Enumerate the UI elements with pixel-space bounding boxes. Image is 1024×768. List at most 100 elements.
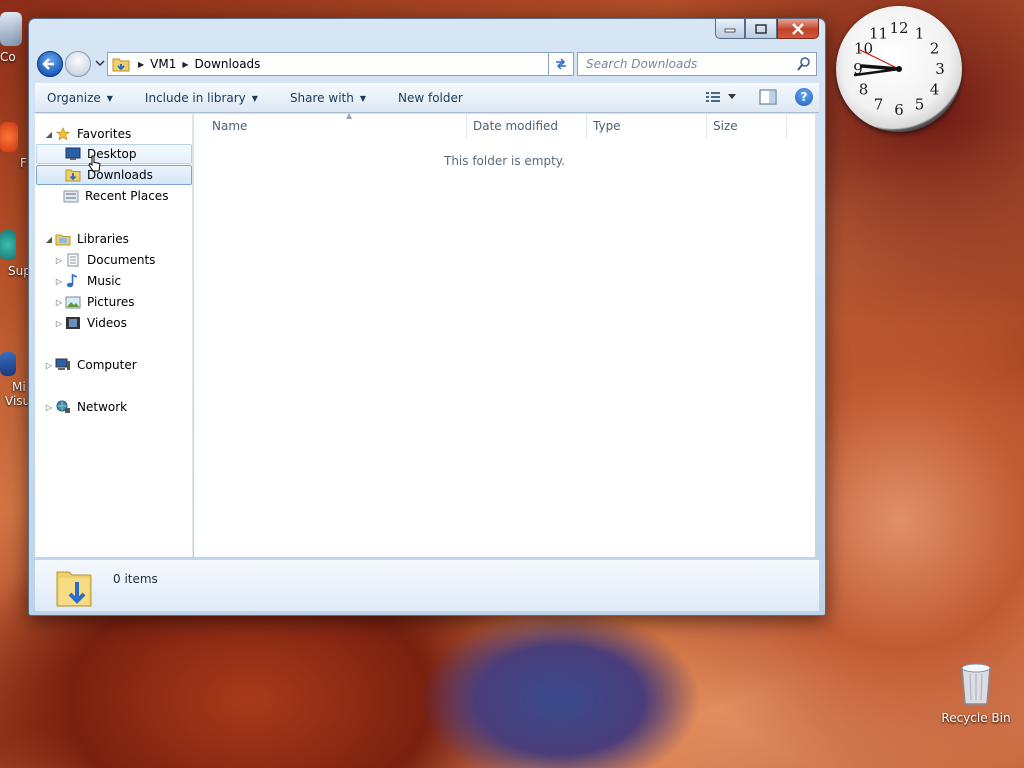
empty-folder-message: This folder is empty. (444, 154, 565, 168)
recycle-bin-label: Recycle Bin (941, 711, 1011, 725)
clock-numeral: 7 (874, 96, 884, 114)
column-header-date-modified[interactable]: Date modified (467, 114, 587, 138)
address-bar[interactable]: ▶ VM1 ▶ Downloads (107, 52, 571, 76)
command-bar: Organize ▼ Include in library ▼ Share with… (35, 83, 819, 113)
clock-gadget[interactable]: 11 10 9 8 7 6 5 4 3 2 1 12 (836, 6, 962, 132)
collapse-triangle-icon[interactable]: ▷ (53, 298, 65, 307)
nav-network-label: Network (77, 400, 128, 414)
nav-favorites-label: Favorites (77, 127, 132, 141)
collapse-triangle-icon[interactable]: ▷ (43, 361, 55, 370)
column-header-size[interactable]: Size (707, 114, 787, 138)
help-button[interactable]: ? (795, 88, 813, 106)
back-arrow-icon (42, 58, 54, 70)
breadcrumb-vm1[interactable]: VM1 (150, 57, 176, 71)
chevron-down-icon: ▼ (251, 93, 258, 103)
downloads-folder-icon (65, 169, 81, 182)
nav-music[interactable]: ▷ Music (53, 271, 121, 291)
minimize-button[interactable] (715, 19, 745, 39)
column-name-label: Name (212, 119, 248, 133)
organize-label: Organize (47, 91, 101, 105)
toolbar-right: ? (691, 88, 813, 106)
nav-network[interactable]: ▷ Network (43, 397, 127, 417)
nav-documents-label: Documents (87, 253, 156, 267)
collapse-triangle-icon[interactable]: ▷ (53, 256, 65, 265)
libraries-icon (55, 234, 71, 246)
computer-icon (55, 358, 70, 370)
desktop-icon (65, 147, 81, 160)
nav-recent-places-label: Recent Places (85, 189, 169, 203)
desktop-icon-stub-computer[interactable]: Co (0, 12, 30, 64)
navigation-pane: ◢ Favorites Desktop Downloads Recent Pla… (35, 114, 193, 557)
recycle-bin-icon (961, 663, 991, 705)
clock-numeral: 4 (930, 81, 940, 99)
recent-places-icon (63, 190, 79, 203)
include-in-library-label: Include in library (144, 91, 246, 105)
back-button[interactable] (37, 51, 63, 77)
desktop-icon-label: F (20, 156, 27, 170)
nav-documents[interactable]: ▷ Documents (53, 250, 156, 270)
nav-videos[interactable]: ▷ Videos (53, 313, 127, 333)
new-folder-label: New folder (398, 91, 463, 105)
refresh-icon (556, 58, 566, 70)
breadcrumb-separator-icon[interactable]: ▶ (182, 60, 188, 69)
chevron-down-icon: ▼ (359, 93, 366, 103)
downloads-folder-large-icon (56, 571, 92, 607)
item-count: 0 items (113, 572, 158, 586)
desktop-icon-label: Mi (12, 380, 26, 394)
column-header-name[interactable]: Name ▲ (206, 111, 467, 138)
minimize-icon (724, 28, 736, 32)
view-options-dropdown-icon[interactable] (727, 93, 737, 101)
close-button[interactable] (777, 19, 819, 39)
desktop-icon-label: Co (0, 50, 16, 64)
forward-button[interactable] (65, 51, 91, 77)
desktop-icon-stub-2[interactable]: F (0, 122, 30, 170)
collapse-triangle-icon[interactable]: ▷ (53, 277, 65, 286)
share-with-menu[interactable]: Share with ▼ (290, 91, 366, 105)
recycle-bin[interactable]: Recycle Bin (940, 660, 1012, 725)
nav-recent-places[interactable]: Recent Places (35, 186, 168, 206)
include-in-library-menu[interactable]: Include in library ▼ (145, 91, 258, 105)
organize-menu[interactable]: Organize ▼ (47, 91, 113, 105)
nav-desktop[interactable]: Desktop (36, 144, 192, 164)
collapse-triangle-icon[interactable]: ▷ (43, 403, 55, 412)
navigation-bar: ▶ VM1 ▶ Downloads Search Downloads (35, 49, 819, 79)
nav-pictures[interactable]: ▷ Pictures (53, 292, 135, 312)
breadcrumb-downloads[interactable]: Downloads (195, 57, 261, 71)
column-header-type[interactable]: Type (587, 114, 707, 138)
explorer-window: ▶ VM1 ▶ Downloads Search Downloads Organ… (28, 18, 826, 616)
expand-triangle-icon[interactable]: ◢ (43, 235, 55, 244)
new-folder-button[interactable]: New folder (398, 91, 463, 105)
search-icon[interactable] (796, 56, 812, 72)
breadcrumb-separator-icon[interactable]: ▶ (138, 60, 144, 69)
maximize-button[interactable] (745, 19, 777, 39)
recent-pages-dropdown-icon[interactable] (95, 59, 105, 67)
desktop-icon-label: Sup (8, 264, 31, 278)
clock-numeral: 8 (859, 81, 869, 99)
clock-numeral: 5 (915, 96, 925, 114)
nav-music-label: Music (87, 274, 122, 288)
nav-favorites[interactable]: ◢ Favorites (43, 124, 131, 144)
network-icon (56, 400, 70, 413)
nav-libraries[interactable]: ◢ Libraries (43, 229, 129, 249)
desktop-icon-stub-3[interactable]: Sup (0, 230, 31, 278)
refresh-button[interactable] (548, 52, 574, 76)
mouse-pointer-hand-icon (88, 155, 101, 172)
nav-downloads[interactable]: Downloads (36, 165, 192, 185)
caption-buttons (715, 19, 819, 39)
clock-numeral: 2 (930, 40, 940, 58)
column-size-label: Size (713, 119, 738, 133)
search-input[interactable]: Search Downloads (577, 52, 817, 76)
preview-pane-icon[interactable] (759, 89, 777, 105)
expand-triangle-icon[interactable]: ◢ (43, 130, 55, 139)
collapse-triangle-icon[interactable]: ▷ (53, 319, 65, 328)
column-date-modified-label: Date modified (473, 119, 559, 133)
nav-computer[interactable]: ▷ Computer (43, 355, 137, 375)
desktop-icon-stub-4[interactable]: Mi Visu (0, 352, 30, 408)
nav-pictures-label: Pictures (87, 295, 135, 309)
clock-numeral: 12 (889, 19, 908, 37)
nav-videos-label: Videos (87, 316, 127, 330)
maximize-icon (755, 23, 767, 34)
chevron-down-icon: ▼ (106, 93, 113, 103)
change-view-icon[interactable] (705, 90, 721, 104)
file-list[interactable]: Name ▲ Date modified Type Size This fold… (194, 111, 815, 557)
